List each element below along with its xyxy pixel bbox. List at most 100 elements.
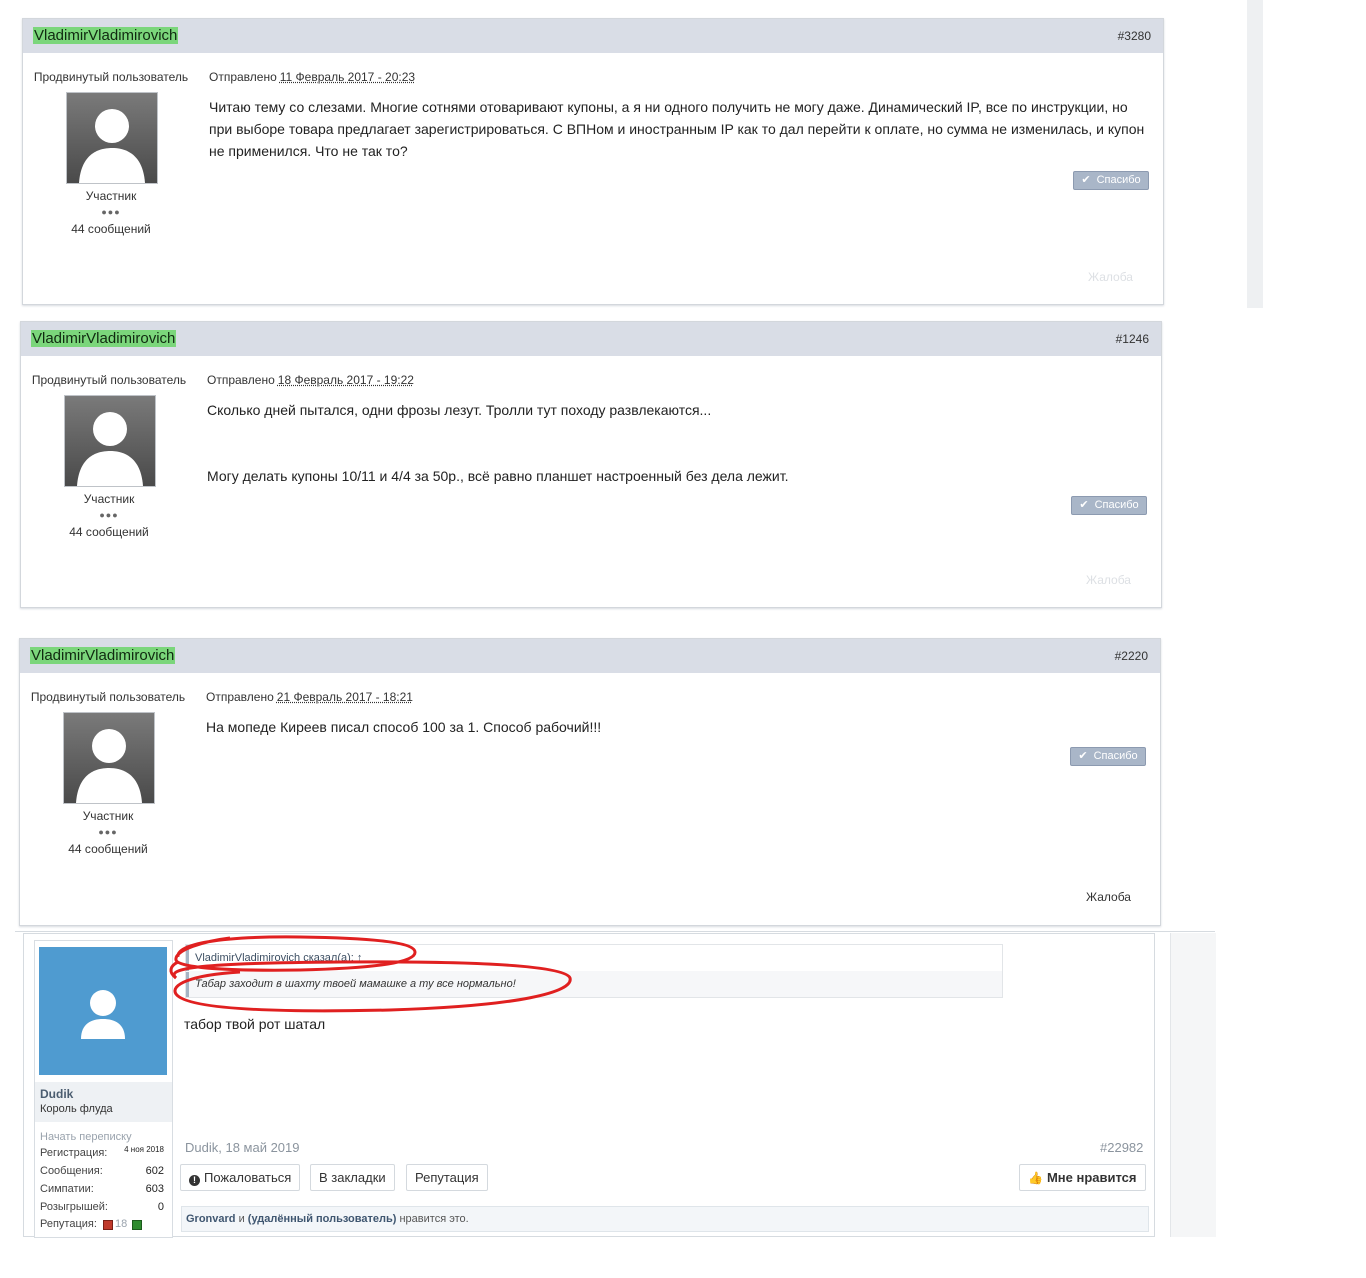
post-line: Могу делать купоны 10/11 и 4/4 за 50р., … xyxy=(207,468,789,484)
post-line: при выборе товара предлагает зарегистрир… xyxy=(209,121,1145,137)
likes-summary: Gronvard и (удалённый пользователь) нрав… xyxy=(181,1206,1149,1232)
stat-label: Симпатии: xyxy=(40,1183,94,1195)
stat-value: 18 xyxy=(115,1218,128,1230)
forum-post: VladimirVladimirovich #2220 Продвинутый … xyxy=(19,638,1161,926)
post-username[interactable]: VladimirVladimirovich xyxy=(33,27,179,44)
post-username[interactable]: VladimirVladimirovich xyxy=(30,647,176,664)
post-header: VladimirVladimirovich #1246 xyxy=(21,322,1161,356)
message-count: 44 сообщений xyxy=(71,222,151,236)
user-role: Участник xyxy=(85,189,137,203)
rep-plus-icon[interactable] xyxy=(132,1220,142,1230)
avatar[interactable] xyxy=(66,92,158,184)
stat-label: Репутация: xyxy=(40,1218,97,1230)
stat-value: 0 xyxy=(157,1201,164,1213)
like-user[interactable]: Gronvard xyxy=(186,1213,236,1225)
rank-dots: ●●● xyxy=(101,207,121,217)
post-header: VladimirVladimirovich #2220 xyxy=(20,639,1160,673)
post-line: не применился. Что не так то? xyxy=(209,143,408,159)
quote-author[interactable]: VladimirVladimirovich сказал(а): ↑ xyxy=(195,952,362,964)
sent-label: Отправлено xyxy=(209,70,277,84)
start-conversation-link[interactable]: Начать переписку xyxy=(40,1131,132,1143)
post-header: VladimirVladimirovich #3280 xyxy=(23,19,1163,53)
post-number[interactable]: #2220 xyxy=(1115,649,1148,663)
post-line: Читаю тему со слезами. Многие сотнями от… xyxy=(209,99,1128,115)
post-line: На мопеде Киреев писал способ 100 за 1. … xyxy=(206,719,602,735)
sent-label: Отправлено xyxy=(207,373,275,387)
user-role: Участник xyxy=(82,809,134,823)
stat-label: Розыгрышей: xyxy=(40,1201,108,1213)
right-column xyxy=(1170,933,1216,1237)
post-date[interactable]: 18 Февраль 2017 - 19:22 xyxy=(278,373,414,387)
post-date[interactable]: 11 Февраль 2017 - 20:23 xyxy=(280,70,415,84)
stat-value: 603 xyxy=(145,1183,164,1195)
message-count: 44 сообщений xyxy=(68,842,148,856)
rep-minus-icon[interactable] xyxy=(103,1220,113,1230)
avatar[interactable] xyxy=(64,395,156,487)
post-date-line: Отправлено 21 Февраль 2017 - 18:21 xyxy=(206,690,413,704)
thanks-label: Спасибо xyxy=(1096,174,1141,186)
post-body: На мопеде Киреев писал способ 100 за 1. … xyxy=(206,716,1146,738)
thanks-button[interactable]: ✔ Спасибо xyxy=(1070,747,1146,766)
stat-giveaways: Розыгрышей: 0 xyxy=(40,1201,168,1213)
user-card: Dudik Король флуда Начать переписку Реги… xyxy=(34,940,173,1238)
post-number[interactable]: #1246 xyxy=(1116,332,1149,346)
thanks-label: Спасибо xyxy=(1094,499,1139,511)
post-line: Сколько дней пытался, одни фрозы лезут. … xyxy=(207,402,712,418)
report-link[interactable]: Жалоба xyxy=(1086,573,1131,587)
user-rank: Продвинутый пользователь xyxy=(33,70,189,84)
message-count: 44 сообщений xyxy=(69,525,149,539)
reply-meta[interactable]: Dudik, 18 май 2019 xyxy=(185,1140,300,1155)
post-date-line: Отправлено 18 Февраль 2017 - 19:22 xyxy=(207,373,414,387)
thanks-button[interactable]: ✔ Спасибо xyxy=(1073,171,1149,190)
thanks-button[interactable]: ✔ Спасибо xyxy=(1071,496,1147,515)
stat-value: 4 ноя 2018 xyxy=(124,1145,164,1154)
report-label: Пожаловаться xyxy=(204,1170,292,1185)
user-rank: Продвинутый пользователь xyxy=(30,690,186,704)
avatar[interactable] xyxy=(39,947,167,1075)
check-icon: ✔ xyxy=(1081,174,1091,186)
post-date-line: Отправлено 11 Февраль 2017 - 20:23 xyxy=(209,70,415,84)
quote-header[interactable]: VladimirVladimirovich сказал(а): ↑ xyxy=(186,945,1002,971)
report-button[interactable]: ! Пожаловаться xyxy=(180,1164,301,1191)
rank-dots: ●●● xyxy=(98,827,118,837)
post-body: Читаю тему со слезами. Многие сотнями от… xyxy=(209,96,1149,162)
stat-reputation: Репутация: 18 xyxy=(40,1218,168,1230)
post-line xyxy=(207,443,1147,465)
report-link[interactable]: Жалоба xyxy=(1088,270,1133,284)
stat-likes: Симпатии: 603 xyxy=(40,1183,168,1195)
user-title: Король флуда xyxy=(40,1103,113,1115)
stat-registration: Регистрация: 4 ноя 2018 xyxy=(40,1145,168,1159)
default-avatar-icon xyxy=(81,990,125,1039)
scrollbar-strip[interactable] xyxy=(1247,0,1263,308)
rank-dots: ●●● xyxy=(99,510,119,520)
post-line xyxy=(207,421,1147,443)
stat-messages: Сообщения: 602 xyxy=(40,1165,168,1177)
exclamation-icon: ! xyxy=(189,1175,200,1186)
divider xyxy=(15,931,1215,932)
quote-text: Табар заходит в шахту твоей мамашке а ту… xyxy=(195,978,516,990)
stat-value: 602 xyxy=(145,1165,164,1177)
thanks-label: Спасибо xyxy=(1093,750,1138,762)
reputation-button[interactable]: Репутация xyxy=(406,1164,488,1191)
forum-post: VladimirVladimirovich #3280 Продвинутый … xyxy=(22,18,1164,305)
reply-username[interactable]: Dudik xyxy=(40,1087,73,1101)
like-button[interactable]: 👍 Мне нравится xyxy=(1019,1164,1146,1191)
report-link[interactable]: Жалоба xyxy=(1086,890,1131,904)
sent-label: Отправлено xyxy=(206,690,274,704)
user-info: Dudik Король флуда xyxy=(35,1082,172,1122)
like-user[interactable]: (удалённый пользователь) xyxy=(248,1213,397,1225)
avatar[interactable] xyxy=(63,712,155,804)
check-icon: ✔ xyxy=(1078,750,1088,762)
post-body: Сколько дней пытался, одни фрозы лезут. … xyxy=(207,399,1147,487)
reply-post-id[interactable]: #22982 xyxy=(1100,1140,1143,1155)
check-icon: ✔ xyxy=(1079,499,1089,511)
quote-block: VladimirVladimirovich сказал(а): ↑ Табар… xyxy=(185,944,1003,998)
reply-message: табор твой рот шатал xyxy=(184,1016,326,1032)
user-role: Участник xyxy=(83,492,135,506)
bookmark-button[interactable]: В закладки xyxy=(310,1164,395,1191)
post-username[interactable]: VladimirVladimirovich xyxy=(31,330,177,347)
post-number[interactable]: #3280 xyxy=(1118,29,1151,43)
forum-post: VladimirVladimirovich #1246 Продвинутый … xyxy=(20,321,1162,608)
quote-body: Табар заходит в шахту твоей мамашке а ту… xyxy=(186,972,1002,997)
post-date[interactable]: 21 Февраль 2017 - 18:21 xyxy=(277,690,413,704)
